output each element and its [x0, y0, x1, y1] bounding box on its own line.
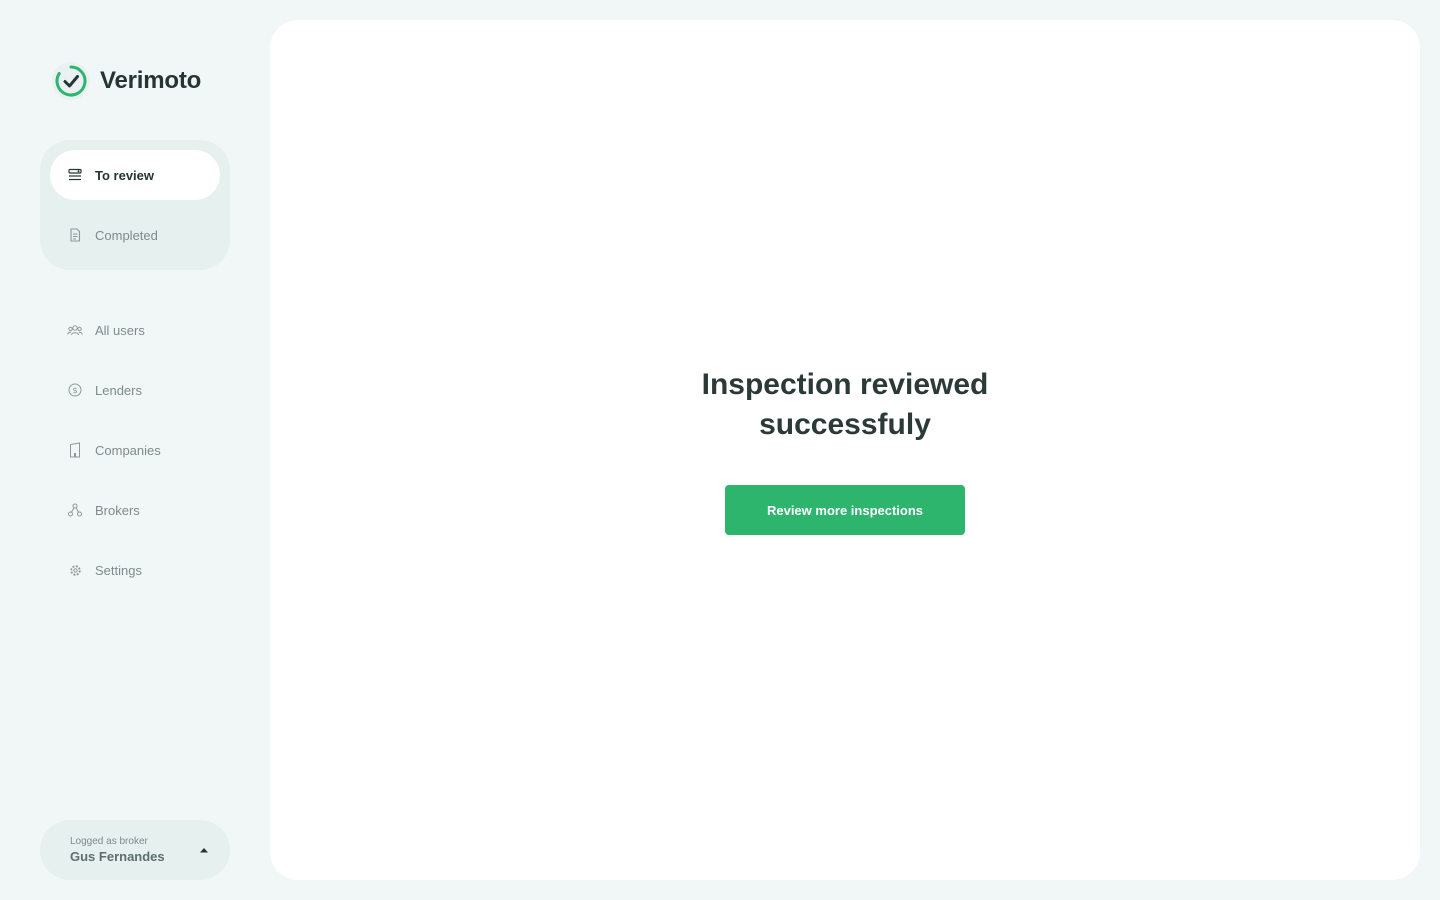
check-circle-icon [52, 62, 90, 100]
review-more-inspections-button[interactable]: Review more inspections [725, 485, 965, 535]
brand-name: Verimoto [100, 67, 202, 94]
document-icon [67, 227, 83, 243]
nav-item-brokers[interactable]: Brokers [50, 490, 220, 530]
caret-up-icon[interactable] [198, 844, 210, 856]
nav-item-label: Brokers [95, 502, 140, 518]
success-title: Inspection reviewed successfuly [270, 365, 1420, 445]
nav-item-label: Lenders [95, 382, 142, 398]
nav-item-completed[interactable]: Completed [50, 210, 220, 260]
nav-item-to-review[interactable]: To review [50, 150, 220, 200]
users-group-icon [67, 322, 83, 338]
nav-item-label: Completed [95, 227, 158, 243]
success-title-line-2: successfuly [759, 408, 931, 441]
nav-item-label: To review [95, 167, 155, 183]
app-root: Verimoto To review Completed All users $… [0, 0, 1440, 900]
nav-item-lenders[interactable]: $ Lenders [50, 370, 220, 410]
success-title-line-1: Inspection reviewed [701, 368, 989, 401]
nav-item-label: Companies [95, 442, 161, 458]
nav-item-all-users[interactable]: All users [50, 310, 220, 350]
nav-item-label: All users [95, 322, 145, 338]
network-nodes-icon [67, 502, 83, 518]
nav-item-label: Settings [95, 562, 142, 578]
building-icon [67, 442, 83, 458]
svg-text:$: $ [72, 386, 77, 395]
dollar-circle-icon: $ [67, 382, 83, 398]
user-menu[interactable]: Logged as broker Gus Fernandes [40, 820, 230, 880]
nav-group-inspections: To review Completed [40, 140, 230, 270]
main-panel: Inspection reviewed successfuly Review m… [270, 20, 1420, 880]
nav-item-settings[interactable]: Settings [50, 550, 220, 590]
brand-logo[interactable]: Verimoto [52, 62, 201, 100]
gear-icon [67, 562, 83, 578]
sidebar: Verimoto To review Completed All users $… [0, 0, 270, 900]
nav-item-companies[interactable]: Companies [50, 430, 220, 470]
inbox-stack-icon [67, 167, 83, 183]
